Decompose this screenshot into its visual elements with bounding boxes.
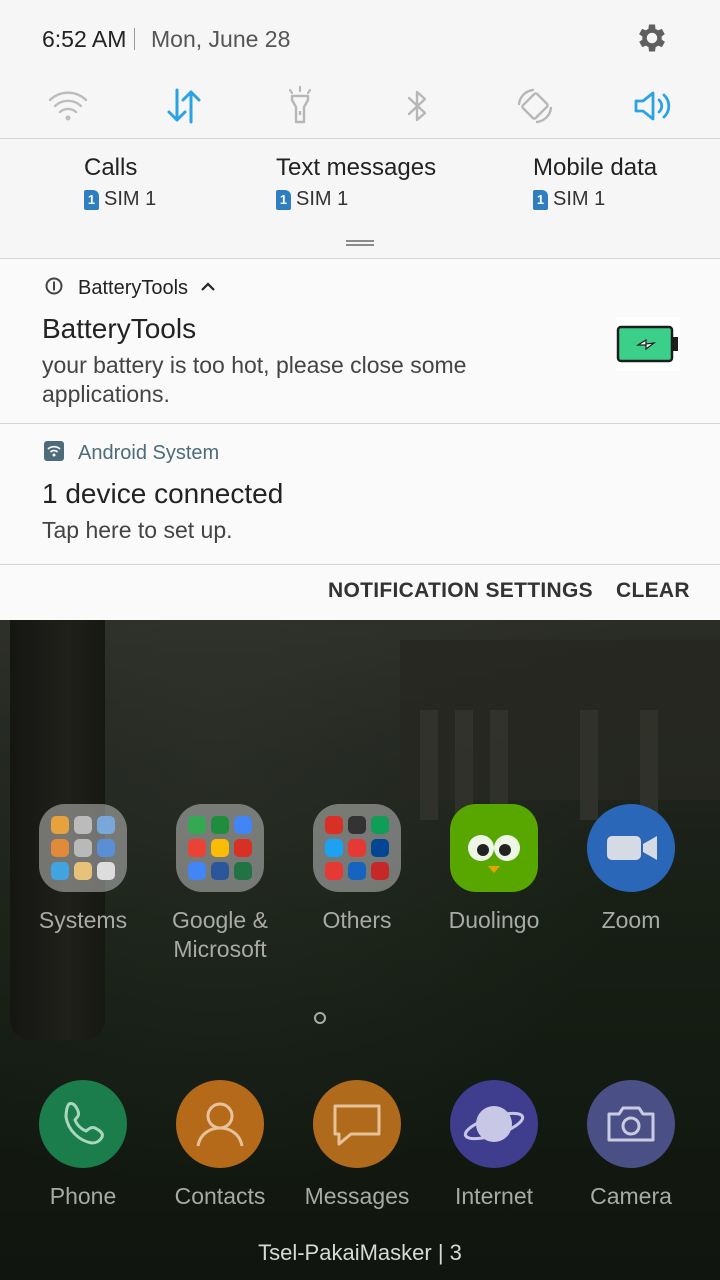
settings-gear-icon[interactable] — [634, 20, 670, 56]
clear-button[interactable]: CLEAR — [616, 579, 690, 603]
folder-icon — [313, 804, 401, 892]
notification-body: Tap here to set up. — [42, 517, 233, 543]
notification-title: BatteryTools — [42, 313, 197, 344]
app-label: Systems — [38, 907, 128, 933]
notification-settings-button[interactable]: NOTIFICATION SETTINGS — [328, 579, 593, 603]
sim-mobile-data[interactable]: Mobile data 1 SIM 1 — [533, 154, 657, 211]
battery-icon — [616, 317, 680, 371]
notification-header: Android System — [44, 441, 219, 466]
sim-text-messages[interactable]: Text messages 1 SIM 1 — [276, 154, 436, 211]
auto-rotate-icon[interactable] — [513, 84, 557, 128]
mobile-data-icon[interactable] — [162, 84, 206, 128]
sim-calls[interactable]: Calls 1 SIM 1 — [84, 154, 156, 211]
contacts-person-icon — [176, 1080, 264, 1168]
date[interactable]: Mon, June 28 — [151, 26, 290, 53]
clock: 6:52 AM — [42, 26, 127, 52]
folder-icon — [176, 804, 264, 892]
notification-app-name: BatteryTools — [78, 277, 189, 299]
shade-header: 6:52 AM Mon, June 28 — [0, 0, 720, 80]
wifi-icon[interactable] — [46, 84, 90, 128]
app-zoom[interactable]: Zoom — [566, 804, 696, 935]
app-camera[interactable]: Camera — [566, 1080, 696, 1211]
sim-card-icon: 1 — [84, 189, 99, 210]
notification-shade: 6:52 AM Mon, June 28 Calls 1 SIM 1 Text … — [0, 0, 720, 620]
home-page-indicator[interactable] — [314, 1012, 326, 1024]
folder-others[interactable]: Others — [292, 804, 422, 935]
shade-drag-handle[interactable] — [346, 240, 374, 246]
carrier-label: Tsel-PakaiMasker | 3 — [258, 1240, 462, 1265]
sound-icon[interactable] — [631, 84, 675, 128]
app-phone[interactable]: Phone — [18, 1080, 148, 1211]
home-screen: Systems Google & Microsoft Others Duolin… — [0, 620, 720, 1280]
notification-app-name: Android System — [78, 442, 220, 464]
app-label: Messages — [304, 1183, 410, 1209]
sim-text-title: Text messages — [276, 154, 437, 181]
sim-calls-value: SIM 1 — [104, 188, 157, 210]
sim-data-title: Mobile data — [533, 154, 658, 181]
app-label: Zoom — [601, 907, 661, 933]
sim-text-value: SIM 1 — [296, 188, 349, 210]
divider — [134, 28, 135, 50]
notification-android-system[interactable]: Android System 1 device connected Tap he… — [0, 424, 720, 564]
bluetooth-icon[interactable] — [395, 84, 439, 128]
app-messages[interactable]: Messages — [292, 1080, 422, 1211]
duolingo-owl-icon — [450, 804, 538, 892]
app-label: Internet — [455, 1183, 533, 1209]
info-circle-icon — [44, 276, 64, 301]
wifi-square-icon — [44, 441, 64, 466]
sim-card-icon: 1 — [533, 189, 548, 210]
app-contacts[interactable]: Contacts — [155, 1080, 285, 1211]
folder-google-microsoft[interactable]: Google & Microsoft — [155, 804, 285, 964]
sim-card-icon: 1 — [276, 189, 291, 210]
app-label: Camera — [590, 1183, 672, 1209]
quick-settings-row — [0, 80, 720, 138]
notification-header: BatteryTools — [44, 276, 216, 301]
phone-icon — [39, 1080, 127, 1168]
app-duolingo[interactable]: Duolingo — [429, 804, 559, 935]
camera-icon — [587, 1080, 675, 1168]
divider — [0, 138, 720, 139]
app-label: Google & Microsoft — [172, 907, 268, 962]
app-label: Duolingo — [448, 907, 540, 933]
messages-bubble-icon — [313, 1080, 401, 1168]
chevron-up-icon[interactable] — [200, 280, 216, 298]
notification-batterytools[interactable]: BatteryTools BatteryTools your battery i… — [0, 259, 720, 423]
notification-actions: NOTIFICATION SETTINGS CLEAR — [0, 565, 720, 620]
notification-body: your battery is too hot, please close so… — [42, 352, 467, 407]
folder-icon — [39, 804, 127, 892]
notification-title: 1 device connected — [42, 478, 284, 509]
internet-planet-icon — [450, 1080, 538, 1168]
zoom-video-icon — [587, 804, 675, 892]
app-label: Others — [322, 907, 392, 933]
app-label: Contacts — [174, 1183, 266, 1209]
app-label: Phone — [49, 1183, 117, 1209]
app-internet[interactable]: Internet — [429, 1080, 559, 1211]
sim-data-value: SIM 1 — [553, 188, 606, 210]
flashlight-icon[interactable] — [278, 84, 322, 128]
sim-calls-title: Calls — [84, 154, 138, 181]
folder-systems[interactable]: Systems — [18, 804, 148, 935]
